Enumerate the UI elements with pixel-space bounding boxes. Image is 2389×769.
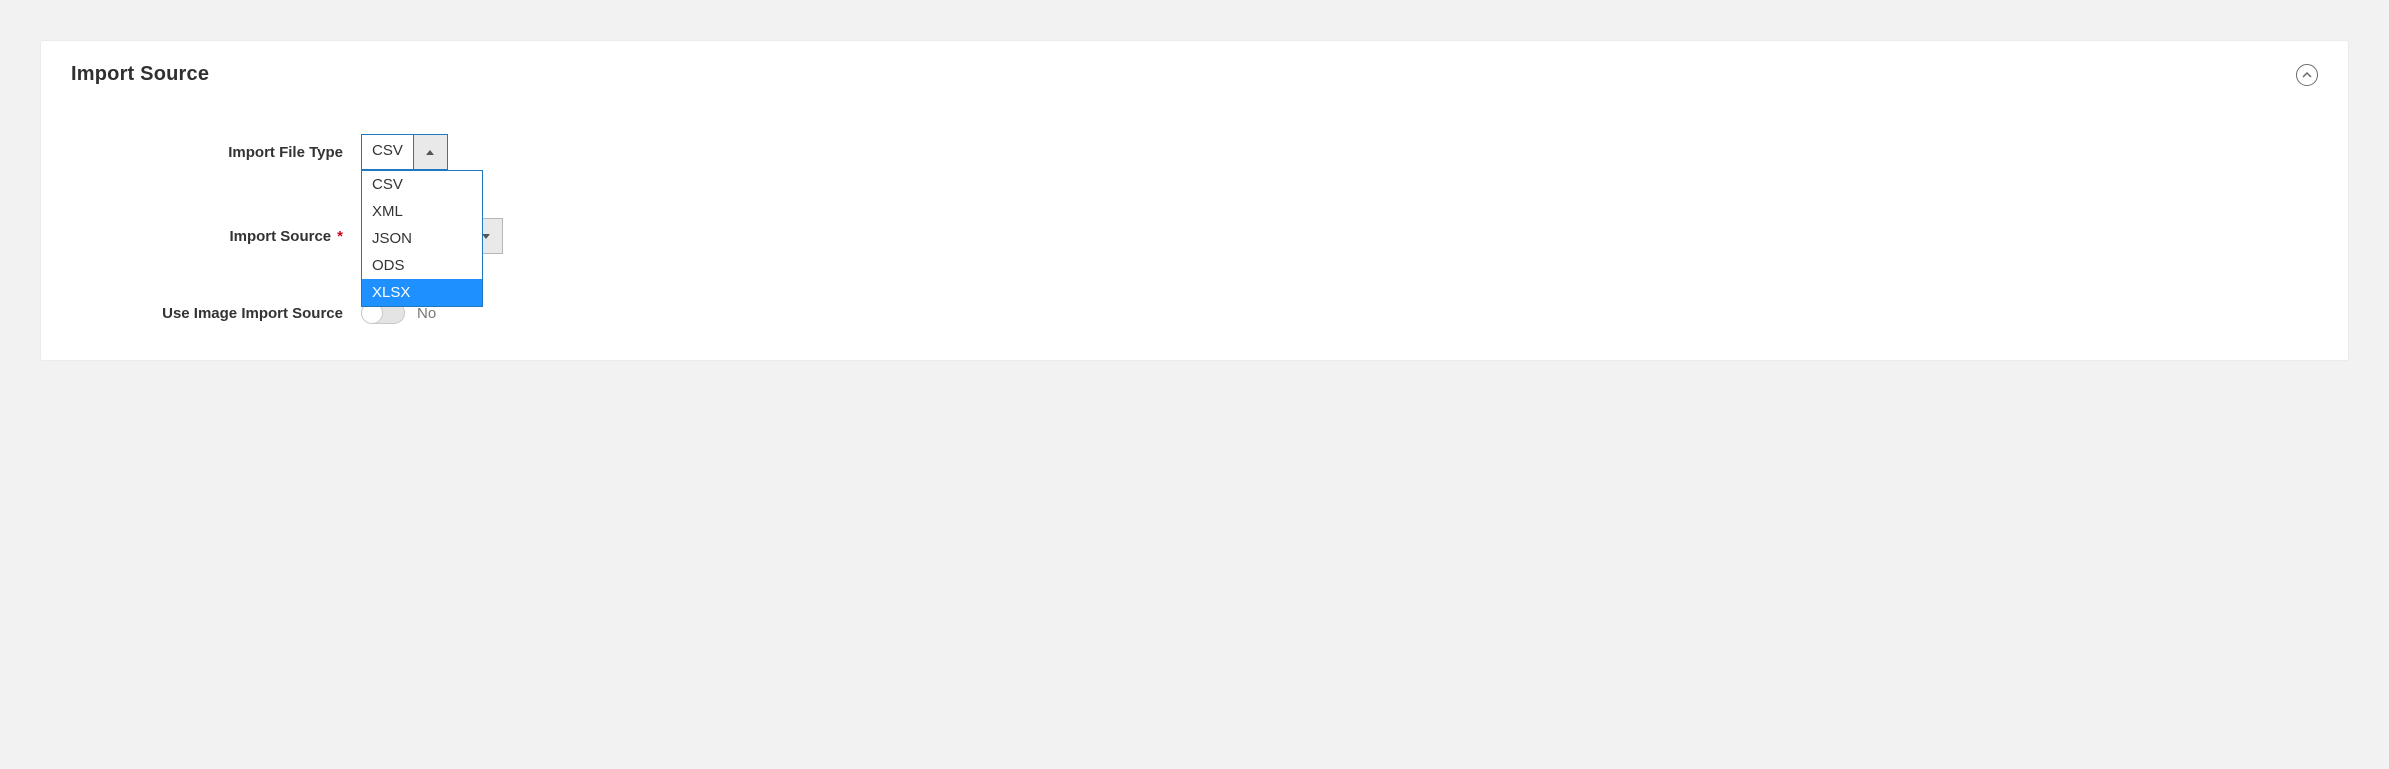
- label-import-file-type: Import File Type: [71, 144, 361, 161]
- required-asterisk-icon: *: [337, 228, 343, 245]
- label-use-image-source: Use Image Import Source: [71, 305, 361, 322]
- file-type-select-toggle[interactable]: [413, 135, 447, 169]
- file-type-select-wrap: CSV CSV XML JSON ODS XLSX: [361, 134, 448, 170]
- panel-title: Import Source: [71, 63, 209, 86]
- file-type-option[interactable]: CSV: [362, 171, 482, 198]
- triangle-up-icon: [426, 150, 434, 155]
- file-type-option[interactable]: XML: [362, 198, 482, 225]
- row-import-file-type: Import File Type CSV CSV XML JSON ODS XL…: [71, 134, 2318, 170]
- file-type-option[interactable]: ODS: [362, 252, 482, 279]
- file-type-selected-value: CSV: [362, 135, 413, 169]
- file-type-option-highlighted[interactable]: XLSX: [362, 279, 482, 306]
- import-source-panel: Import Source Import File Type CSV CSV X…: [40, 40, 2349, 361]
- file-type-dropdown: CSV XML JSON ODS XLSX: [361, 170, 483, 307]
- label-import-source-text: Import Source: [229, 228, 331, 245]
- panel-header: Import Source: [71, 63, 2318, 86]
- chevron-up-icon: [2302, 72, 2312, 78]
- file-type-option[interactable]: JSON: [362, 225, 482, 252]
- use-image-toggle-value: No: [417, 305, 436, 322]
- collapse-button[interactable]: [2296, 64, 2318, 86]
- file-type-select[interactable]: CSV: [361, 134, 448, 170]
- label-import-source: Import Source *: [71, 228, 361, 245]
